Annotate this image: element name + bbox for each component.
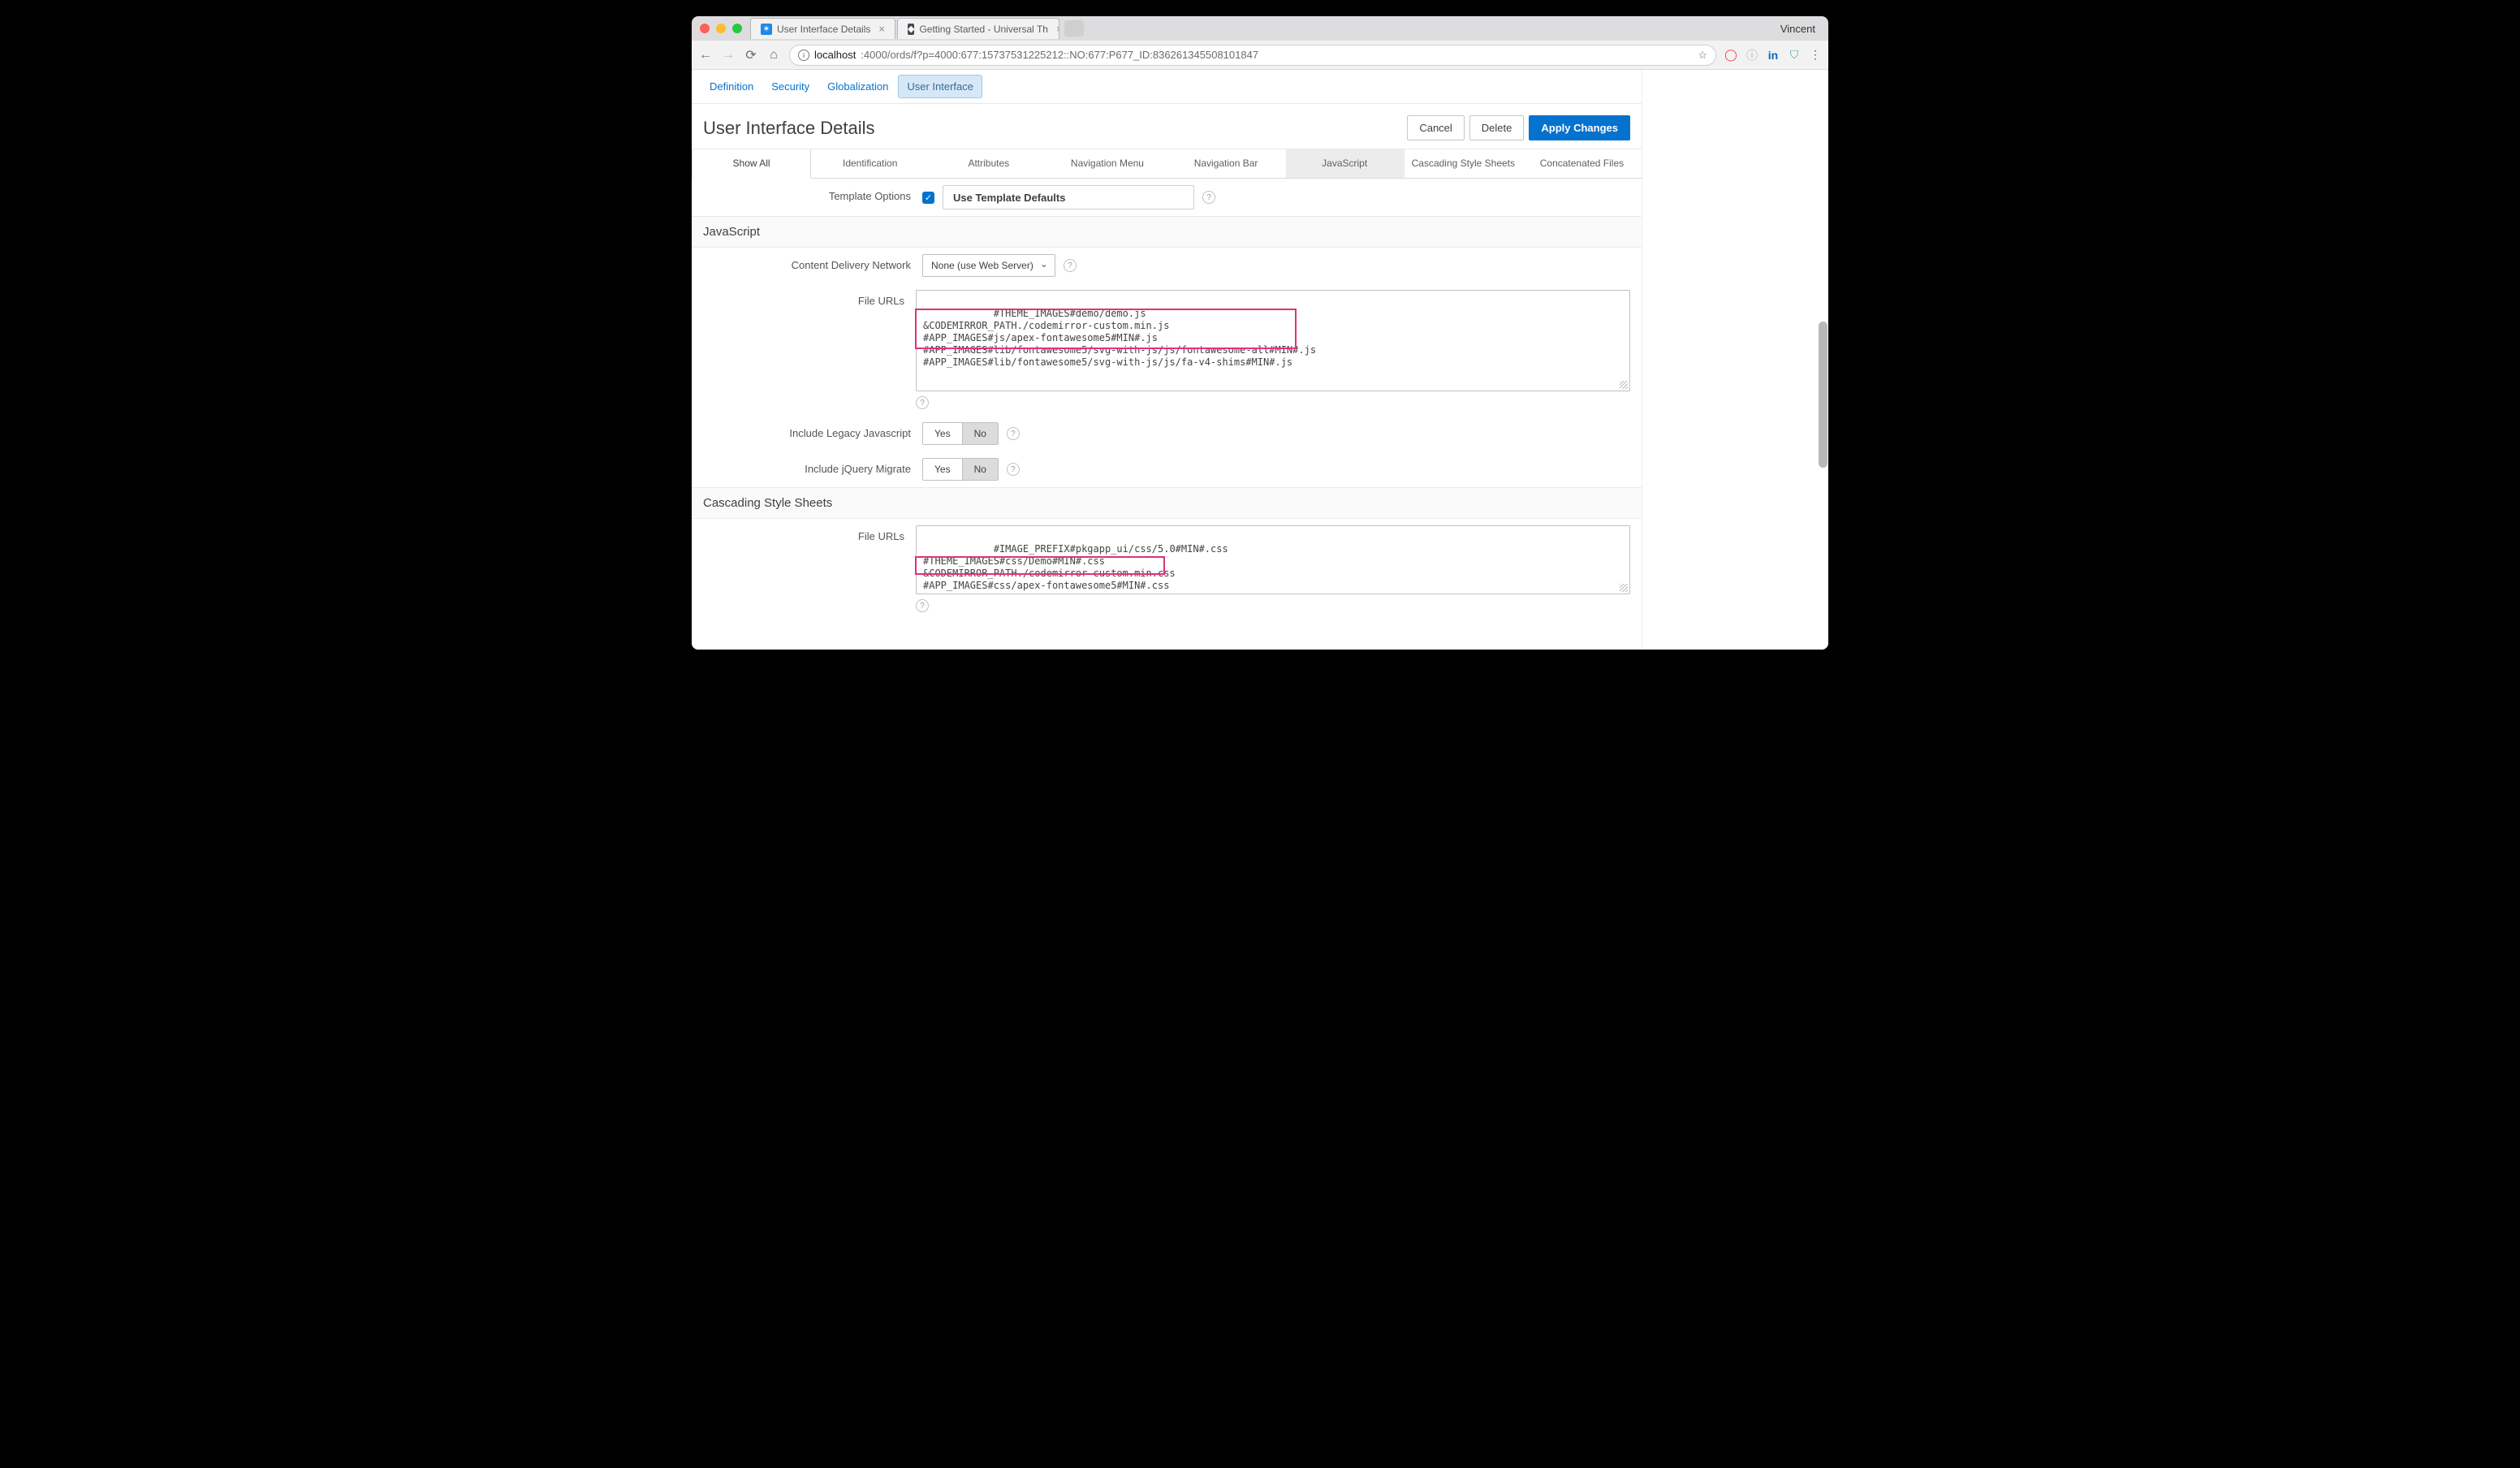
close-tab-icon[interactable]: × <box>1056 23 1059 35</box>
row-css-file-urls: File URLs #IMAGE_PREFIX#pkgapp_ui/css/5.… <box>692 519 1642 619</box>
label-legacy-js: Include Legacy Javascript <box>703 422 922 439</box>
site-info-icon[interactable]: i <box>798 50 809 61</box>
tab-favicon-2: ◆ <box>908 24 914 35</box>
legacy-js-no[interactable]: No <box>962 422 999 445</box>
resize-handle[interactable] <box>1620 381 1628 389</box>
window-controls <box>700 24 742 33</box>
browser-tab-1[interactable]: ✶ User Interface Details × <box>750 18 895 39</box>
reload-button[interactable]: ⟳ <box>744 47 758 63</box>
help-icon[interactable]: ? <box>1007 463 1020 476</box>
page-actions: Cancel Delete Apply Changes <box>1407 115 1630 140</box>
browser-tabs: ✶ User Interface Details × ◆ Getting Sta… <box>750 16 1780 41</box>
legacy-js-toggle: Yes No <box>922 422 999 445</box>
shield-icon[interactable]: ⛉ <box>1788 49 1801 62</box>
scrollbar-track[interactable] <box>1642 70 1828 650</box>
tab-title-1: User Interface Details <box>777 24 870 35</box>
help-icon[interactable]: ? <box>1064 259 1077 272</box>
minimize-window-icon[interactable] <box>716 24 726 33</box>
help-icon[interactable]: ? <box>1202 191 1215 204</box>
tab-navigation-menu[interactable]: Navigation Menu <box>1048 149 1167 178</box>
menu-icon[interactable]: ⋮ <box>1809 49 1822 62</box>
url-path: :4000/ords/f?p=4000:677:15737531225212::… <box>861 49 1258 61</box>
jquery-migrate-toggle: Yes No <box>922 458 999 481</box>
row-jquery-migrate: Include jQuery Migrate Yes No ? <box>692 451 1642 487</box>
tab-identification[interactable]: Identification <box>811 149 930 178</box>
extension-icon-2[interactable]: ⓘ <box>1745 49 1758 62</box>
template-options-text: Use Template Defaults <box>953 192 1065 204</box>
legacy-js-yes[interactable]: Yes <box>922 422 962 445</box>
label-template-options: Template Options <box>703 185 922 202</box>
tab-attributes[interactable]: Attributes <box>930 149 1048 178</box>
label-css-file-urls: File URLs <box>703 525 916 542</box>
cancel-button[interactable]: Cancel <box>1407 115 1464 140</box>
tab-navigation-bar[interactable]: Navigation Bar <box>1167 149 1286 178</box>
browser-titlebar: ✶ User Interface Details × ◆ Getting Sta… <box>692 16 1828 41</box>
back-button[interactable]: ← <box>698 48 713 63</box>
close-window-icon[interactable] <box>700 24 710 33</box>
tab-concatenated-files[interactable]: Concatenated Files <box>1523 149 1642 178</box>
tab-title-2: Getting Started - Universal Th <box>919 24 1048 35</box>
topnav-definition[interactable]: Definition <box>701 76 762 97</box>
row-legacy-js: Include Legacy Javascript Yes No ? <box>692 416 1642 451</box>
resize-handle[interactable] <box>1620 584 1628 592</box>
help-icon[interactable]: ? <box>1007 427 1020 440</box>
forward-button[interactable]: → <box>721 48 736 63</box>
section-css: Cascading Style Sheets <box>692 487 1642 519</box>
tab-javascript[interactable]: JavaScript <box>1286 149 1405 178</box>
bookmark-icon[interactable]: ☆ <box>1698 49 1707 62</box>
label-js-file-urls: File URLs <box>703 290 916 307</box>
new-tab-button[interactable] <box>1064 20 1084 37</box>
home-button[interactable]: ⌂ <box>766 48 781 63</box>
template-options-value[interactable]: Use Template Defaults <box>943 185 1194 209</box>
jquery-migrate-no[interactable]: No <box>962 458 999 481</box>
tab-css[interactable]: Cascading Style Sheets <box>1405 149 1523 178</box>
extension-icons: ◯ ⓘ in ⛉ ⋮ <box>1724 49 1822 62</box>
browser-profile-label[interactable]: Vincent <box>1780 23 1815 35</box>
template-options-checkbox[interactable]: ✓ <box>922 192 934 204</box>
row-js-file-urls: File URLs #THEME_IMAGES#demo/demo.js &CO… <box>692 283 1642 416</box>
content-viewport: Definition Security Globalization User I… <box>692 70 1828 650</box>
tab-favicon-1: ✶ <box>761 24 772 35</box>
cdn-select[interactable]: None (use Web Server) <box>922 254 1055 277</box>
js-file-urls-text: #THEME_IMAGES#demo/demo.js &CODEMIRROR_P… <box>923 308 1316 368</box>
label-cdn: Content Delivery Network <box>703 254 922 271</box>
jquery-migrate-yes[interactable]: Yes <box>922 458 962 481</box>
url-host: localhost <box>814 49 856 61</box>
app-top-nav: Definition Security Globalization User I… <box>692 70 1642 104</box>
section-javascript: JavaScript <box>692 216 1642 248</box>
row-cdn: Content Delivery Network None (use Web S… <box>692 248 1642 283</box>
scrollbar-thumb[interactable] <box>1819 322 1827 468</box>
tab-show-all[interactable]: Show All <box>692 149 811 179</box>
cdn-value: None (use Web Server) <box>931 260 1033 271</box>
delete-button[interactable]: Delete <box>1469 115 1525 140</box>
close-tab-icon[interactable]: × <box>878 23 885 35</box>
js-file-urls-textarea[interactable]: #THEME_IMAGES#demo/demo.js &CODEMIRROR_P… <box>916 290 1630 391</box>
address-bar[interactable]: i localhost :4000/ords/f?p=4000:677:15737… <box>789 45 1716 66</box>
topnav-globalization[interactable]: Globalization <box>819 76 896 97</box>
page-title: User Interface Details <box>703 118 875 139</box>
topnav-security[interactable]: Security <box>763 76 818 97</box>
css-file-urls-text: #IMAGE_PREFIX#pkgapp_ui/css/5.0#MIN#.css… <box>923 543 1228 591</box>
css-file-urls-textarea[interactable]: #IMAGE_PREFIX#pkgapp_ui/css/5.0#MIN#.css… <box>916 525 1630 594</box>
browser-toolbar: ← → ⟳ ⌂ i localhost :4000/ords/f?p=4000:6… <box>692 41 1828 70</box>
opera-icon[interactable]: ◯ <box>1724 49 1737 62</box>
row-template-options: Template Options ✓ Use Template Defaults… <box>692 179 1642 216</box>
main-content: Definition Security Globalization User I… <box>692 70 1642 650</box>
region-tabs: Show All Identification Attributes Navig… <box>692 149 1642 179</box>
linkedin-icon[interactable]: in <box>1767 49 1780 62</box>
apply-changes-button[interactable]: Apply Changes <box>1529 115 1630 140</box>
topnav-user-interface[interactable]: User Interface <box>898 75 982 98</box>
window-frame: ✶ User Interface Details × ◆ Getting Sta… <box>692 16 1828 650</box>
page-header: User Interface Details Cancel Delete App… <box>692 104 1642 149</box>
label-jquery-migrate: Include jQuery Migrate <box>703 458 922 475</box>
browser-tab-2[interactable]: ◆ Getting Started - Universal Th × <box>897 18 1059 39</box>
maximize-window-icon[interactable] <box>732 24 742 33</box>
